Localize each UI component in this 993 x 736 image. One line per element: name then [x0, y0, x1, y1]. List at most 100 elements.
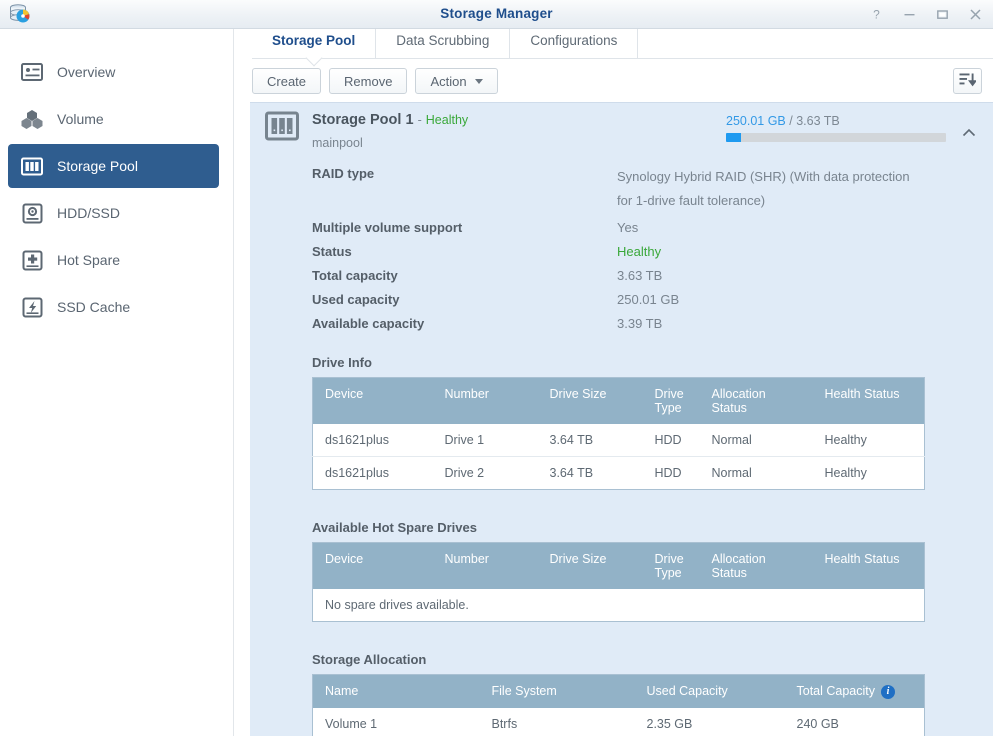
table-row[interactable]: ds1621plus Drive 2 3.64 TB HDD Normal He… — [312, 456, 925, 490]
cell-health-status: Healthy — [812, 456, 925, 490]
hot-spare-section: Available Hot Spare Drives Device Number… — [312, 520, 925, 622]
sort-descending-icon — [959, 72, 978, 90]
table-row[interactable]: ds1621plus Drive 1 3.64 TB HDD Normal He… — [313, 424, 925, 457]
pool-info-value: 3.39 TB — [617, 316, 663, 331]
column-header-drive-size: Drive Size — [537, 542, 643, 589]
sidebar-item-label: Volume — [57, 111, 104, 127]
column-header-device: Device — [312, 377, 433, 424]
column-header-drive-type: Drive Type — [642, 542, 700, 589]
info-icon[interactable]: i — [881, 684, 896, 699]
column-header-total-capacity-label: Total Capacity — [796, 684, 876, 698]
chevron-up-icon[interactable] — [961, 125, 977, 141]
hot-spare-title: Available Hot Spare Drives — [312, 520, 477, 535]
sidebar-item-volume[interactable]: Volume — [8, 97, 219, 141]
pool-info-rows: RAID type Synology Hybrid RAID (SHR) (Wi… — [250, 165, 993, 333]
drive-info-table: Device Number Drive Size Drive Type Allo… — [312, 377, 925, 490]
sidebar-item-ssd-cache[interactable]: SSD Cache — [8, 285, 219, 329]
minimize-button[interactable] — [899, 5, 919, 25]
pool-info-label: Multiple volume support — [312, 220, 463, 235]
cell-drive-size: 3.64 TB — [549, 433, 594, 447]
maximize-button[interactable] — [932, 5, 952, 25]
svg-text:?: ? — [873, 8, 880, 21]
storage-pool-icon — [20, 154, 44, 178]
pool-info-label: Available capacity — [312, 316, 425, 331]
pool-info-row: RAID type Synology Hybrid RAID (SHR) (Wi… — [312, 165, 993, 213]
pool-header[interactable]: Storage Pool 1 - Healthy mainpool 250.01… — [250, 103, 993, 159]
column-header-health-status: Health Status — [812, 542, 925, 589]
cell-used-capacity: 2.35 GB — [646, 716, 693, 731]
close-button[interactable] — [965, 5, 985, 25]
sidebar: Overview Volume Storage Pool HDD/SSD Hot… — [0, 29, 234, 736]
pool-info-label: Total capacity — [312, 268, 398, 283]
action-button[interactable]: Action — [415, 68, 498, 94]
pool-info-label: RAID type — [312, 166, 375, 181]
column-header-file-system: File System — [479, 674, 635, 708]
tab-storage-pool[interactable]: Storage Pool — [252, 29, 377, 58]
pool-info-label: Used capacity — [312, 292, 400, 307]
overview-icon — [20, 60, 44, 84]
pool-info-row: Multiple volume support Yes — [312, 219, 993, 237]
hot-spare-empty-message: No spare drives available. — [325, 598, 469, 612]
cell-number: Drive 2 — [432, 456, 538, 490]
table-header-row: Device Number Drive Size Drive Type Allo… — [312, 377, 925, 424]
sidebar-item-label: Overview — [57, 64, 116, 80]
window-titlebar: Storage Manager ? — [0, 0, 993, 29]
chevron-down-icon — [474, 78, 483, 84]
hdd-ssd-icon — [20, 201, 44, 225]
pool-info-row: Used capacity 250.01 GB — [312, 291, 993, 309]
pool-info-value: Yes — [617, 220, 639, 235]
remove-button-label: Remove — [344, 73, 393, 89]
pool-capacity-total: 3.63 TB — [796, 114, 840, 128]
pool-status-badge: Healthy — [425, 113, 469, 127]
table-empty-row: No spare drives available. — [313, 589, 925, 622]
pool-info-label: Status — [312, 244, 352, 259]
column-header-device: Device — [312, 542, 433, 589]
sidebar-item-storage-pool[interactable]: Storage Pool — [8, 144, 219, 188]
column-header-number: Number — [432, 377, 538, 424]
cell-number: Drive 1 — [444, 433, 485, 447]
tab-label: Data Scrubbing — [396, 33, 490, 48]
storage-allocation-table: Name File System Used Capacity Total Cap… — [312, 674, 925, 736]
pool-info-value: Healthy — [617, 244, 662, 259]
drive-bay-icon — [265, 111, 299, 141]
table-header-row: Name File System Used Capacity Total Cap… — [312, 674, 925, 708]
tab-label: Configurations — [530, 33, 618, 48]
column-header-name: Name — [312, 674, 480, 708]
help-button[interactable]: ? — [866, 5, 886, 25]
pool-info-value: Synology Hybrid RAID (SHR) (With data pr… — [617, 169, 910, 208]
tab-data-scrubbing[interactable]: Data Scrubbing — [376, 29, 511, 58]
column-header-drive-type: Drive Type — [642, 377, 700, 424]
pool-subtitle: mainpool — [312, 136, 363, 150]
pool-info-value: 250.01 GB — [617, 292, 680, 307]
sort-button[interactable] — [953, 68, 982, 94]
cell-drive-type: HDD — [642, 456, 700, 490]
create-button[interactable]: Create — [252, 68, 322, 94]
sidebar-item-hot-spare[interactable]: Hot Spare — [8, 238, 219, 282]
pool-capacity-fill — [726, 133, 742, 142]
column-header-used-capacity: Used Capacity — [634, 674, 785, 708]
hot-spare-icon — [20, 248, 44, 272]
sidebar-item-label: Storage Pool — [57, 158, 138, 174]
table-header-row: Device Number Drive Size Drive Type Allo… — [312, 542, 925, 589]
drive-info-section: Drive Info Device Number Drive Size Driv… — [312, 355, 925, 490]
storage-pool-panel: Storage Pool 1 - Healthy mainpool 250.01… — [250, 102, 993, 736]
ssd-cache-icon — [20, 295, 44, 319]
column-header-drive-size: Drive Size — [537, 377, 643, 424]
sidebar-item-hdd-ssd[interactable]: HDD/SSD — [8, 191, 219, 235]
pool-capacity-text: 250.01 GB / 3.63 TB — [726, 114, 946, 128]
sidebar-item-label: Hot Spare — [57, 252, 121, 268]
pool-title: Storage Pool 1 - Healthy — [312, 112, 468, 128]
cell-drive-type: HDD — [654, 433, 682, 447]
cell-device: ds1621plus — [312, 456, 433, 490]
tab-configurations[interactable]: Configurations — [510, 29, 639, 58]
table-row[interactable]: Volume 1 Btrfs 2.35 GB 240 GB — [313, 708, 925, 736]
action-button-label: Action — [430, 73, 467, 89]
pool-info-row: Status Healthy — [312, 243, 993, 261]
sidebar-item-overview[interactable]: Overview — [8, 50, 219, 94]
pool-title-separator: - — [417, 113, 422, 127]
column-header-number: Number — [432, 542, 538, 589]
cell-file-system: Btrfs — [491, 716, 518, 731]
pool-name: Storage Pool 1 — [312, 112, 414, 128]
remove-button[interactable]: Remove — [329, 68, 408, 94]
window-title: Storage Manager — [440, 6, 553, 21]
